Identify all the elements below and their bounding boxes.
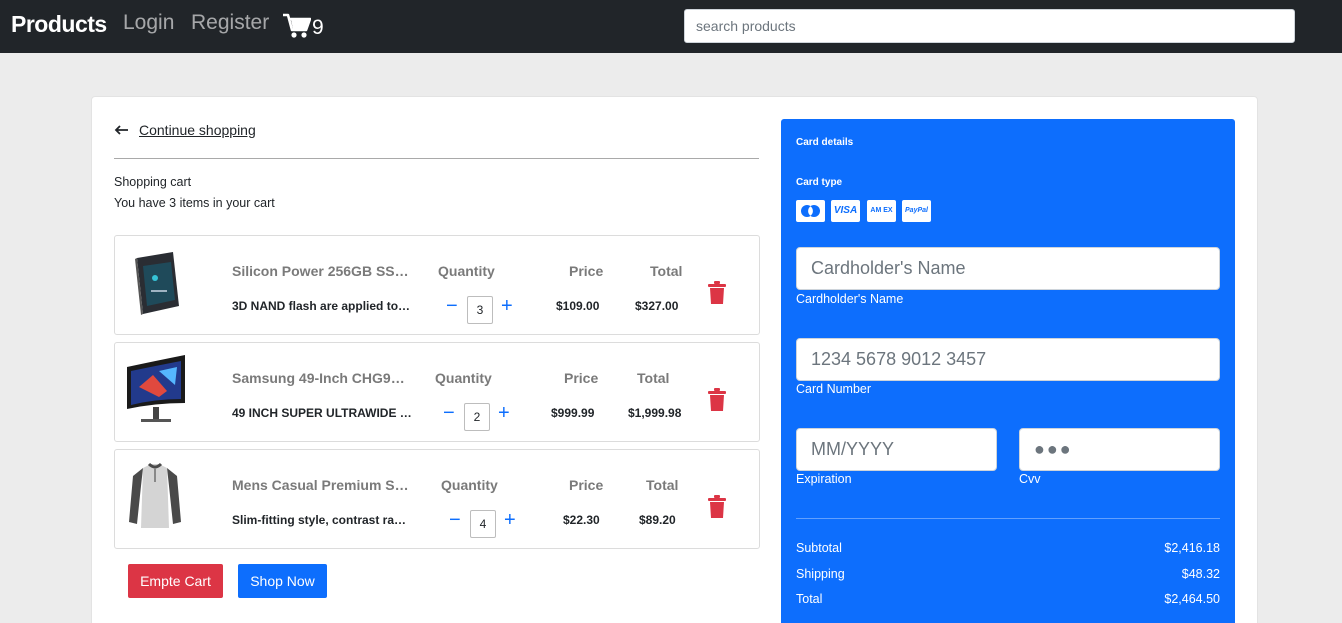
cart-title: Shopping cart bbox=[114, 175, 192, 189]
card-details-title: Card details bbox=[796, 137, 854, 148]
increase-quantity-button[interactable]: + bbox=[504, 510, 516, 530]
cart-item: Samsung 49-Inch CHG90 144Hz Curved Gamin… bbox=[114, 342, 760, 442]
cardholder-name-input[interactable]: Cardholder's Name bbox=[796, 247, 1220, 290]
search-input[interactable] bbox=[684, 9, 1295, 43]
continue-shopping-label: Continue shopping bbox=[139, 122, 256, 138]
login-link[interactable]: Login bbox=[123, 11, 174, 35]
product-name[interactable]: Mens Casual Premium Slim Fit T-Shirts bbox=[232, 477, 412, 493]
product-image bbox=[127, 355, 185, 422]
cvv-label: Cvv bbox=[1019, 472, 1041, 486]
brand-link[interactable]: Products bbox=[11, 11, 107, 38]
expiration-label: Expiration bbox=[796, 472, 852, 486]
price-label: Price bbox=[569, 263, 604, 279]
card-number-label: Card Number bbox=[796, 382, 872, 396]
trash-icon[interactable] bbox=[707, 388, 727, 412]
product-image bbox=[135, 252, 179, 315]
product-price: $999.99 bbox=[551, 406, 595, 420]
empty-cart-button[interactable]: Empte Cart bbox=[128, 564, 223, 598]
decrease-quantity-button[interactable]: − bbox=[449, 510, 461, 530]
product-description: 3D NAND flash are applied to deliver hig… bbox=[232, 299, 412, 313]
cart-items-count: You have 3 items in your cart bbox=[114, 196, 275, 210]
price-label: Price bbox=[564, 370, 599, 386]
payment-panel: Card details Card type VISA AM EX PayPal… bbox=[781, 119, 1235, 623]
product-price: $22.30 bbox=[563, 513, 600, 527]
arrow-left-icon bbox=[114, 125, 128, 135]
subtotal-value: $2,416.18 bbox=[1164, 541, 1220, 555]
decrease-quantity-button[interactable]: − bbox=[446, 296, 458, 316]
card-type-label: Card type bbox=[796, 177, 843, 188]
total-label: Total bbox=[637, 370, 670, 386]
product-description: Slim-fitting style, contrast raglan long… bbox=[232, 513, 412, 527]
product-total: $327.00 bbox=[635, 299, 679, 313]
divider bbox=[796, 518, 1220, 519]
visa-icon[interactable]: VISA bbox=[831, 200, 860, 222]
cart-count-badge: 9 bbox=[312, 16, 324, 39]
cart-item: Mens Casual Premium Slim Fit T-Shirts Sl… bbox=[114, 449, 760, 549]
product-price: $109.00 bbox=[556, 299, 600, 313]
quantity-input[interactable]: 3 bbox=[467, 296, 493, 324]
quantity-input[interactable]: 2 bbox=[464, 403, 490, 431]
subtotal-label: Subtotal bbox=[796, 541, 842, 555]
increase-quantity-button[interactable]: + bbox=[498, 403, 510, 423]
total-label: Total bbox=[646, 477, 679, 493]
decrease-quantity-button[interactable]: − bbox=[443, 403, 455, 423]
price-label: Price bbox=[569, 477, 604, 493]
divider bbox=[114, 158, 759, 159]
product-name[interactable]: Samsung 49-Inch CHG90 144Hz Curved Gamin… bbox=[232, 370, 412, 386]
paypal-icon[interactable]: PayPal bbox=[902, 200, 931, 222]
trash-icon[interactable] bbox=[707, 495, 727, 519]
card-number-input[interactable]: 1234 5678 9012 3457 bbox=[796, 338, 1220, 381]
quantity-label: Quantity bbox=[438, 263, 495, 279]
mastercard-icon[interactable] bbox=[796, 200, 825, 222]
navbar: Products Login Register 9 bbox=[0, 0, 1342, 53]
expiration-input[interactable]: MM/YYYY bbox=[796, 428, 997, 471]
total-label: Total bbox=[796, 592, 823, 606]
shipping-label: Shipping bbox=[796, 567, 845, 581]
cart-item: Silicon Power 256GB SSD 3D NAND A55 SLC … bbox=[114, 235, 760, 335]
product-image bbox=[129, 462, 181, 528]
trash-icon[interactable] bbox=[707, 281, 727, 305]
product-name[interactable]: Silicon Power 256GB SSD 3D NAND A55 SLC … bbox=[232, 263, 412, 279]
cardholder-name-label: Cardholder's Name bbox=[796, 292, 904, 306]
product-total: $1,999.98 bbox=[628, 406, 682, 420]
product-description: 49 INCH SUPER ULTRAWIDE 32:9 CURVED GAMI… bbox=[232, 406, 412, 420]
shop-now-button[interactable]: Shop Now bbox=[238, 564, 327, 598]
total-label: Total bbox=[650, 263, 683, 279]
shipping-value: $48.32 bbox=[1181, 567, 1220, 581]
amex-icon[interactable]: AM EX bbox=[867, 200, 896, 222]
total-value: $2,464.50 bbox=[1164, 592, 1220, 606]
quantity-label: Quantity bbox=[435, 370, 492, 386]
quantity-input[interactable]: 4 bbox=[470, 510, 496, 538]
product-total: $89.20 bbox=[639, 513, 676, 527]
shopping-cart-icon bbox=[283, 13, 311, 38]
cvv-input[interactable]: ●●● bbox=[1019, 428, 1220, 471]
increase-quantity-button[interactable]: + bbox=[501, 296, 513, 316]
register-link[interactable]: Register bbox=[191, 11, 269, 35]
quantity-label: Quantity bbox=[441, 477, 498, 493]
